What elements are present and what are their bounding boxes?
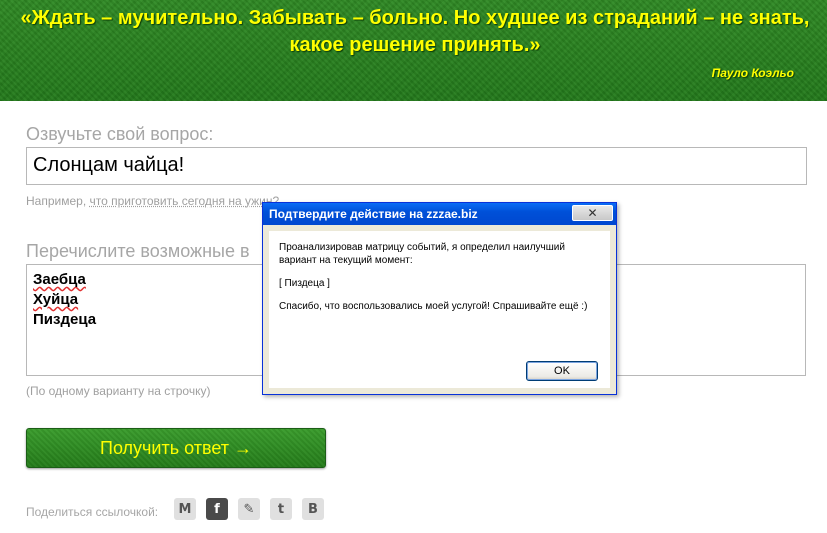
dialog-title: Подтвердите действие на zzzae.biz	[269, 207, 478, 221]
dialog-title-bar: Подтвердите действие на zzzae.biz ✕	[263, 203, 616, 225]
hint-example-link[interactable]: что приготовить сегодня на ужин?	[90, 194, 280, 208]
share-icons: M f ✎ t B	[174, 498, 324, 520]
gmail-icon[interactable]: M	[174, 498, 196, 520]
confirm-dialog: Подтвердите действие на zzzae.biz ✕ Проа…	[262, 202, 617, 395]
variants-label: Перечислите возможные в	[26, 241, 250, 261]
variants-hint: (По одному варианту на строчку)	[26, 384, 211, 398]
question-label: Озвучьте свой вопрос:	[26, 124, 214, 144]
share-label: Поделиться ссылочкой:	[26, 505, 159, 519]
quote-text: «Ждать – мучительно. Забывать – больно. …	[20, 7, 810, 56]
hint-prefix: Например,	[26, 194, 87, 208]
question-input[interactable]: Слонцам чайца!	[26, 147, 807, 185]
ok-button[interactable]: OK	[526, 361, 598, 381]
quote-author: Пауло Коэльо	[711, 66, 794, 80]
dialog-answer: [ Пиздеца ]	[279, 278, 330, 289]
get-answer-button[interactable]: Получить ответ →	[26, 428, 326, 468]
livejournal-icon[interactable]: ✎	[238, 498, 260, 520]
close-icon[interactable]: ✕	[572, 205, 613, 221]
twitter-icon[interactable]: t	[270, 498, 292, 520]
facebook-icon[interactable]: f	[206, 498, 228, 520]
question-hint: Например, что приготовить сегодня на ужи…	[26, 194, 279, 208]
dialog-line-analysis: Проанализировав матрицу событий, я опред…	[279, 242, 565, 266]
quote-banner: «Ждать – мучительно. Забывать – больно. …	[0, 0, 827, 101]
dialog-line-thanks: Спасибо, что воспользовались моей услуго…	[279, 301, 588, 312]
dialog-body: Проанализировав матрицу событий, я опред…	[269, 231, 610, 388]
vkontakte-icon[interactable]: B	[302, 498, 324, 520]
dialog-message: Проанализировав матрицу событий, я опред…	[279, 241, 589, 323]
